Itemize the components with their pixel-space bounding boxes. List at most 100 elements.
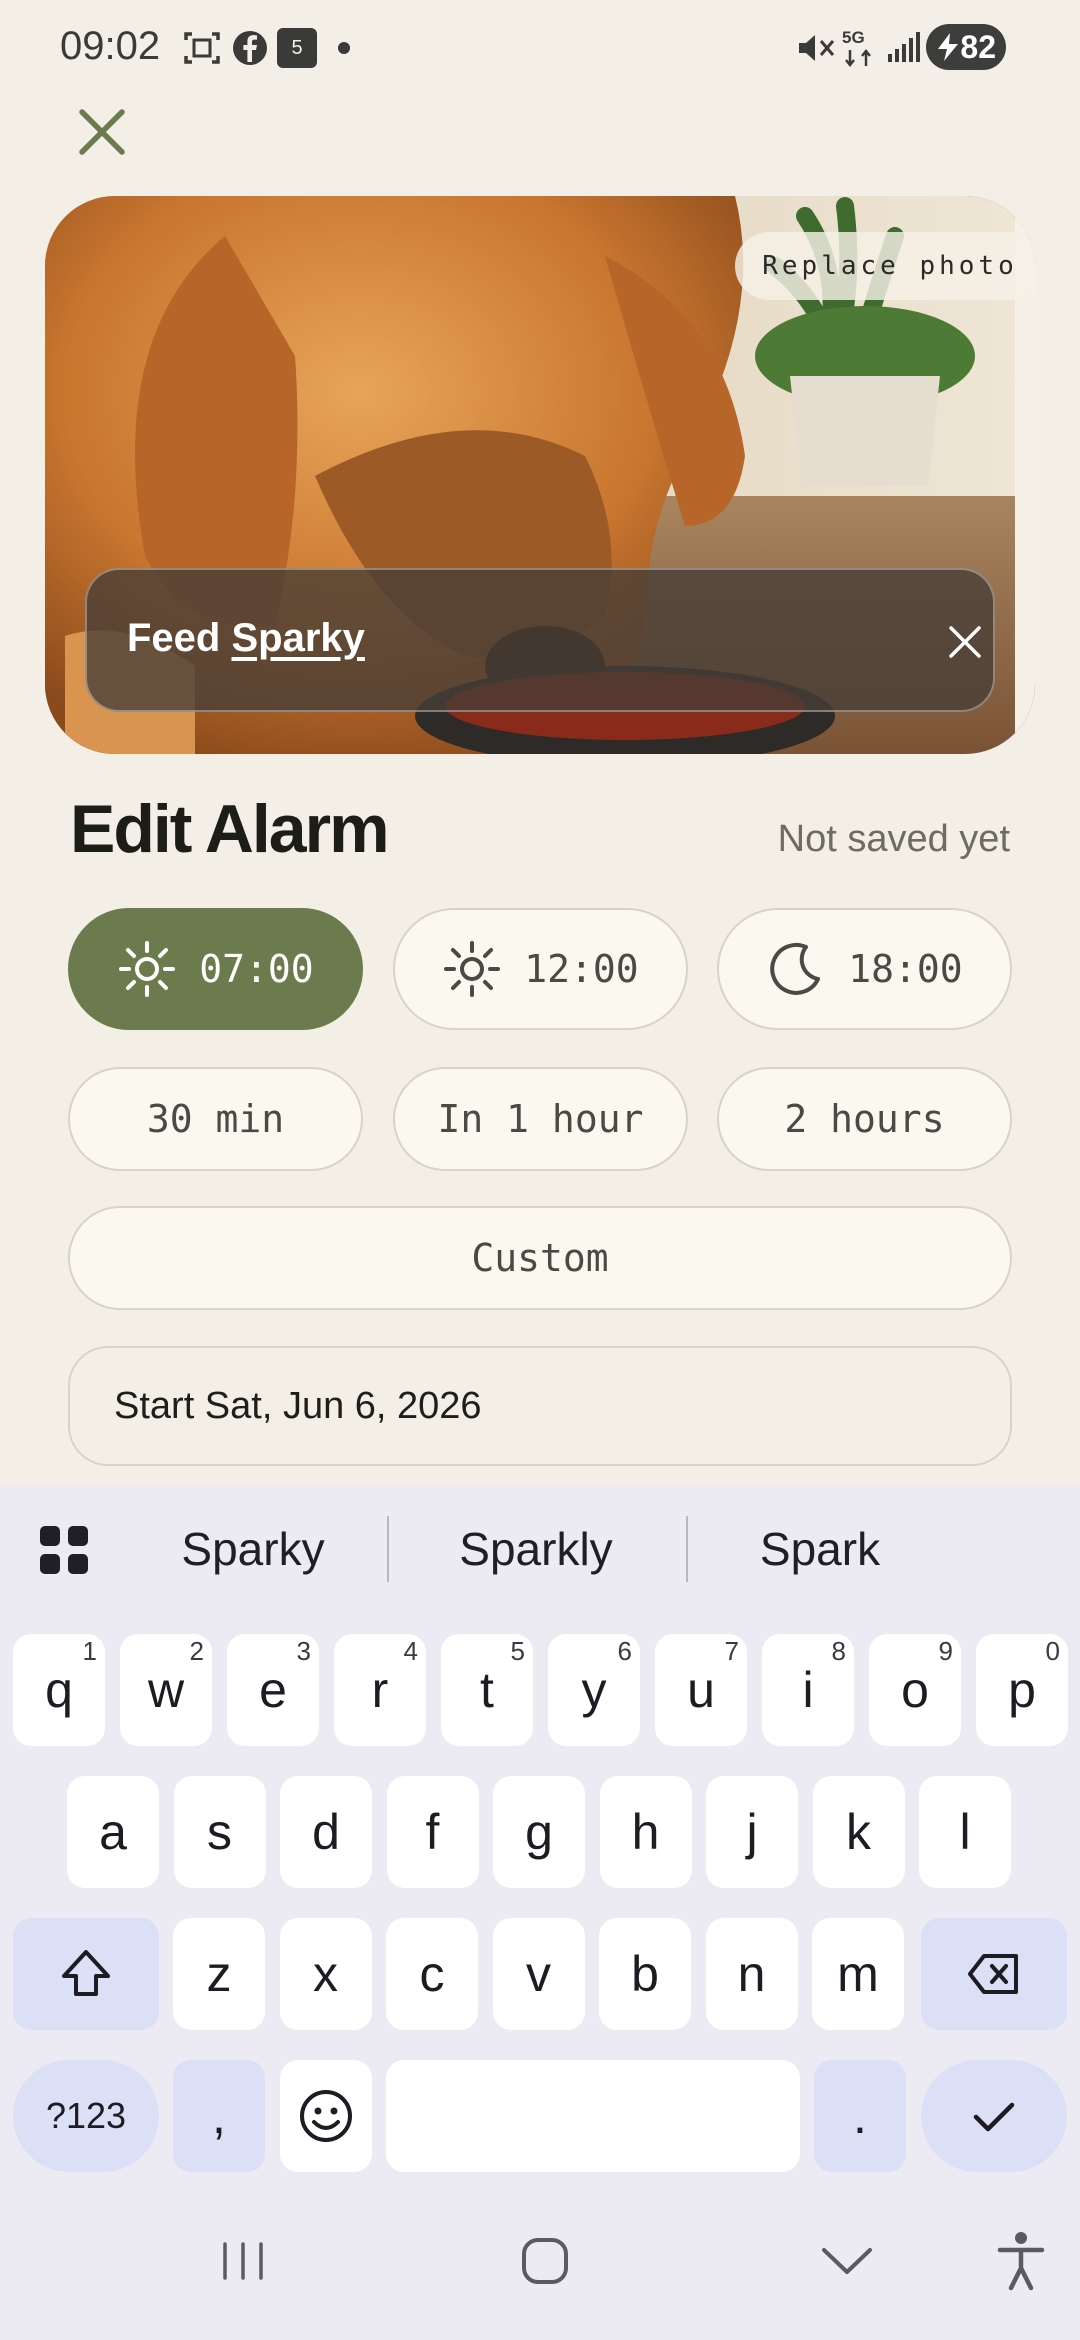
key-l[interactable]: l bbox=[919, 1776, 1011, 1888]
alarm-title-text[interactable]: Feed Sparky bbox=[127, 616, 365, 661]
key-label: q bbox=[45, 1662, 73, 1718]
checkmark-icon bbox=[973, 2102, 1015, 2132]
key-label: u bbox=[687, 1662, 715, 1718]
key-label: ?123 bbox=[45, 2095, 127, 2136]
symbols-key[interactable]: ?123 bbox=[13, 2060, 159, 2172]
replace-photo-button[interactable]: Replace photo bbox=[735, 232, 1035, 300]
hide-keyboard-icon[interactable] bbox=[812, 2226, 882, 2296]
comma-key[interactable]: , bbox=[173, 2060, 265, 2172]
key-label: , bbox=[212, 2088, 226, 2144]
time-chip-1800[interactable]: 18:00 bbox=[717, 908, 1012, 1030]
key-r[interactable]: r4 bbox=[334, 1634, 426, 1746]
key-q[interactable]: q1 bbox=[13, 1634, 105, 1746]
offset-chip-2hours[interactable]: 2 hours bbox=[717, 1067, 1012, 1171]
5g-icon: 5G bbox=[842, 28, 876, 68]
calendar-icon: 5 bbox=[277, 28, 317, 68]
key-label: m bbox=[837, 1946, 879, 2002]
key-label: z bbox=[206, 1946, 232, 2002]
sun-icon bbox=[119, 941, 176, 997]
key-a[interactable]: a bbox=[67, 1776, 159, 1888]
battery-level: 82 bbox=[960, 28, 996, 65]
start-date-field[interactable]: Start Sat, Jun 6, 2026 bbox=[68, 1346, 1012, 1466]
key-label: i bbox=[802, 1662, 814, 1718]
key-number-hint: 2 bbox=[189, 1636, 204, 1666]
key-w[interactable]: w2 bbox=[120, 1634, 212, 1746]
suggestion-1[interactable]: Sparky bbox=[133, 1522, 373, 1576]
key-label: p bbox=[1008, 1662, 1036, 1718]
offset-chip-label: 2 hours bbox=[784, 1097, 945, 1141]
key-n[interactable]: n bbox=[705, 1918, 798, 2030]
key-label: b bbox=[631, 1946, 659, 2002]
recent-apps-icon[interactable] bbox=[208, 2226, 278, 2296]
suggestion-divider bbox=[387, 1516, 389, 1582]
shift-key[interactable] bbox=[13, 1918, 159, 2030]
key-label: d bbox=[312, 1804, 340, 1860]
key-label: y bbox=[581, 1662, 607, 1718]
key-number-hint: 7 bbox=[724, 1636, 739, 1666]
time-chip-1200[interactable]: 12:00 bbox=[393, 908, 688, 1030]
key-number-hint: 1 bbox=[82, 1636, 97, 1666]
key-m[interactable]: m bbox=[812, 1918, 904, 2030]
space-key[interactable] bbox=[386, 2060, 800, 2172]
key-j[interactable]: j bbox=[706, 1776, 798, 1888]
key-i[interactable]: i8 bbox=[762, 1634, 854, 1746]
suggestion-2[interactable]: Sparkly bbox=[416, 1522, 656, 1576]
sun-icon bbox=[444, 941, 501, 997]
key-label: j bbox=[746, 1804, 758, 1860]
period-key[interactable]: . bbox=[814, 2060, 906, 2172]
title-prefix: Feed bbox=[127, 616, 221, 660]
title-composing-word: Sparky bbox=[231, 616, 365, 660]
key-x[interactable]: x bbox=[279, 1918, 372, 2030]
signal-icon bbox=[888, 32, 920, 62]
key-c[interactable]: c bbox=[386, 1918, 478, 2030]
mute-icon bbox=[799, 35, 835, 61]
home-icon[interactable] bbox=[510, 2226, 580, 2296]
key-t[interactable]: t5 bbox=[441, 1634, 533, 1746]
calendar-day: 5 bbox=[291, 36, 303, 59]
key-number-hint: 0 bbox=[1045, 1636, 1060, 1666]
key-number-hint: 5 bbox=[510, 1636, 525, 1666]
status-time: 09:02 bbox=[60, 24, 161, 68]
backspace-key[interactable] bbox=[921, 1918, 1067, 2030]
key-v[interactable]: v bbox=[492, 1918, 585, 2030]
emoji-key[interactable] bbox=[280, 2060, 372, 2172]
key-label: h bbox=[631, 1804, 660, 1860]
key-f[interactable]: f bbox=[386, 1776, 479, 1888]
accessibility-icon[interactable] bbox=[986, 2226, 1056, 2296]
key-o[interactable]: o9 bbox=[869, 1634, 961, 1746]
key-e[interactable]: e3 bbox=[227, 1634, 319, 1746]
key-label: x bbox=[313, 1946, 338, 2002]
time-chip-0700[interactable]: 07:00 bbox=[68, 908, 363, 1030]
offset-chip-label: In 1 hour bbox=[437, 1097, 644, 1141]
key-k[interactable]: k bbox=[812, 1776, 905, 1888]
key-h[interactable]: h bbox=[599, 1776, 692, 1888]
key-number-hint: 8 bbox=[831, 1636, 846, 1666]
key-number-hint: 3 bbox=[296, 1636, 311, 1666]
key-b[interactable]: b bbox=[599, 1918, 691, 2030]
alarm-title-input[interactable]: Feed Sparky bbox=[85, 568, 995, 712]
clear-title-icon[interactable] bbox=[947, 624, 983, 660]
key-y[interactable]: y6 bbox=[548, 1634, 640, 1746]
network-label: 5G bbox=[842, 28, 865, 47]
key-label: f bbox=[425, 1804, 440, 1860]
custom-time-button[interactable]: Custom bbox=[68, 1206, 1012, 1310]
offset-chip-1hour[interactable]: In 1 hour bbox=[393, 1067, 688, 1171]
key-number-hint: 6 bbox=[617, 1636, 632, 1666]
key-s[interactable]: s bbox=[173, 1776, 266, 1888]
key-d[interactable]: d bbox=[280, 1776, 372, 1888]
suggestion-3[interactable]: Spark bbox=[700, 1522, 940, 1576]
key-z[interactable]: z bbox=[173, 1918, 265, 2030]
page-title: Edit Alarm bbox=[70, 791, 390, 867]
keyboard-apps-icon[interactable] bbox=[38, 1524, 90, 1576]
offset-chip-label: 30 min bbox=[146, 1097, 285, 1141]
close-icon[interactable] bbox=[70, 100, 134, 164]
backspace-icon bbox=[968, 1954, 1018, 1994]
key-u[interactable]: u7 bbox=[655, 1634, 747, 1746]
done-key[interactable] bbox=[921, 2060, 1067, 2172]
offset-chip-30min[interactable]: 30 min bbox=[68, 1067, 363, 1171]
key-g[interactable]: g bbox=[493, 1776, 585, 1888]
key-label: t bbox=[480, 1662, 494, 1718]
bolt-icon bbox=[938, 33, 958, 61]
time-chip-label: 18:00 bbox=[848, 947, 963, 991]
key-p[interactable]: p0 bbox=[976, 1634, 1068, 1746]
